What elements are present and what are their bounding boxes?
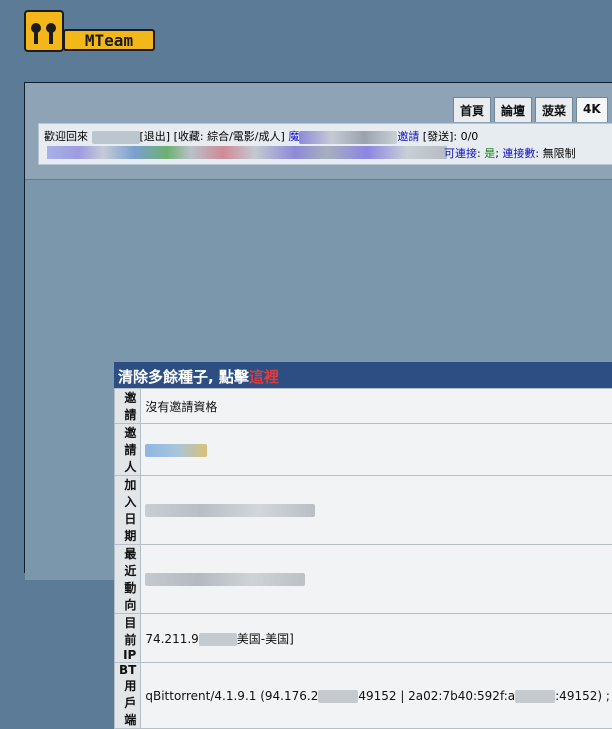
favorites-prefix: [收藏: bbox=[174, 130, 208, 143]
username-redacted bbox=[92, 131, 140, 144]
invite-link[interactable]: 邀請 bbox=[397, 130, 419, 143]
table-row: 邀請 沒有邀請資格 bbox=[115, 389, 612, 424]
ip-redacted bbox=[199, 633, 237, 646]
logo-text: MTeam bbox=[85, 31, 134, 50]
user-detail-panel: 清除多餘種子, 點擊這裡 邀請 沒有邀請資格 邀請人 加入日期 最近動向 目前I… bbox=[114, 362, 612, 558]
last-activity-value bbox=[141, 545, 612, 614]
join-date-value bbox=[141, 476, 612, 545]
invite-value: 沒有邀請資格 bbox=[141, 389, 612, 424]
info-line-2: 可連接: 是; 連接數: 無限制 bbox=[444, 145, 576, 161]
join-date-redacted bbox=[145, 504, 315, 517]
welcome-text: 歡迎回來 bbox=[44, 130, 88, 143]
table-row: 目前IP 74.211.9 美国-美国] bbox=[115, 614, 612, 663]
bt-client-value: qBittorrent/4.1.9.1 (94.176.2 49152 | 2a0… bbox=[141, 663, 612, 729]
tab-forum[interactable]: 論壇 bbox=[494, 97, 532, 122]
row-label: 邀請 bbox=[115, 389, 141, 424]
connections-value: : 無限制 bbox=[535, 147, 575, 160]
inviter-redacted bbox=[145, 444, 207, 457]
favorites-link[interactable]: 綜合/電影/成人 bbox=[207, 130, 280, 143]
tab-4k[interactable]: 4K bbox=[576, 97, 608, 122]
client-mid: 49152 | 2a02:7b40:592f:a bbox=[358, 689, 515, 703]
client-ipv6-redacted bbox=[515, 690, 555, 703]
mteam-logo[interactable]: MTeam bbox=[24, 10, 156, 54]
redacted-stats bbox=[299, 131, 397, 144]
client-ip-redacted bbox=[318, 690, 358, 703]
bracket-close: ] bbox=[166, 130, 170, 143]
last-activity-redacted bbox=[145, 573, 305, 586]
row-label: 最近動向 bbox=[115, 545, 141, 614]
user-info-table: 邀請 沒有邀請資格 邀請人 加入日期 最近動向 目前IP 74.211.9 美国-… bbox=[114, 388, 612, 729]
info-line-1: 歡迎回來 [退出] [收藏: 綜合/電影/成人] 魔邀請 [發送]: 0/0 bbox=[44, 128, 478, 144]
table-row: 加入日期 bbox=[115, 476, 612, 545]
tab-home[interactable]: 首頁 bbox=[453, 97, 491, 122]
client-suffix: :49152) ; bbox=[555, 689, 610, 703]
sent-count: [發送]: 0/0 bbox=[419, 130, 478, 143]
row-label: 加入日期 bbox=[115, 476, 141, 545]
tab-betting[interactable]: 菠菜 bbox=[535, 97, 573, 122]
panel-header: 清除多餘種子, 點擊這裡 bbox=[114, 362, 612, 388]
nav-tabs: 首頁 論壇 菠菜 4K bbox=[453, 97, 608, 122]
connectable-value: 是 bbox=[484, 147, 495, 160]
clean-seeds-link[interactable]: 這裡 bbox=[249, 368, 279, 386]
client-prefix: qBittorrent/4.1.9.1 (94.176.2 bbox=[145, 689, 318, 703]
row-label: 目前IP bbox=[115, 614, 141, 663]
magic-link[interactable]: 魔 bbox=[288, 130, 299, 143]
row-label: BT用戶端 bbox=[115, 663, 141, 729]
table-row: 最近動向 bbox=[115, 545, 612, 614]
table-row: BT用戶端 qBittorrent/4.1.9.1 (94.176.2 49152… bbox=[115, 663, 612, 729]
inviter-value bbox=[141, 424, 612, 476]
connectable-label: 可連接 bbox=[444, 147, 477, 160]
ip-location: 美国-美国] bbox=[237, 632, 294, 646]
user-info-bar: 歡迎回來 [退出] [收藏: 綜合/電影/成人] 魔邀請 [發送]: 0/0 可… bbox=[38, 123, 612, 165]
row-label: 邀請人 bbox=[115, 424, 141, 476]
connections-label: 連接數 bbox=[502, 147, 535, 160]
table-row: 邀請人 bbox=[115, 424, 612, 476]
ip-prefix: 74.211.9 bbox=[145, 632, 198, 646]
logout-link[interactable]: 退出 bbox=[144, 130, 166, 143]
panel-header-text: 清除多餘種子, 點擊 bbox=[118, 368, 249, 386]
redacted-user-stats bbox=[47, 146, 447, 159]
current-ip-value: 74.211.9 美国-美国] bbox=[141, 614, 612, 663]
